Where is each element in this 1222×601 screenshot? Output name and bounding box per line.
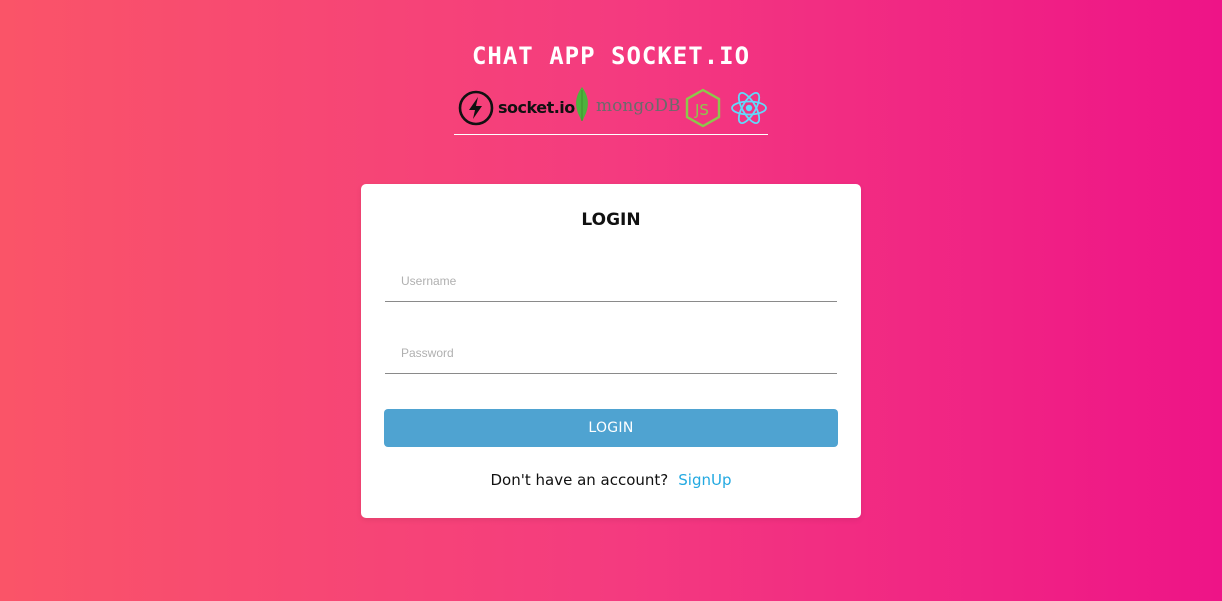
mongodb-logo: mongoDB	[572, 84, 681, 126]
signup-row: Don't have an account? SignUp	[361, 471, 861, 489]
svg-text:JS: JS	[694, 101, 709, 119]
signup-link[interactable]: SignUp	[678, 471, 731, 489]
nodejs-logo: JS	[684, 88, 722, 133]
tech-logos: socket.io mongoDB JS	[454, 84, 768, 135]
mongodb-logo-text: mongoDB	[596, 96, 681, 116]
login-title: LOGIN	[581, 210, 641, 230]
signup-prompt: Don't have an account?	[490, 471, 669, 489]
socketio-logo: socket.io	[458, 90, 575, 126]
login-card: LOGIN LOGIN Don't have an account? SignUp	[361, 184, 861, 518]
react-logo	[730, 90, 768, 131]
username-input[interactable]	[385, 260, 837, 302]
react-logo-icon	[731, 92, 767, 124]
socketio-logo-text: socket.io	[498, 98, 575, 117]
socketio-logo-icon	[458, 90, 494, 126]
nodejs-logo-icon: JS	[685, 88, 721, 128]
password-input[interactable]	[385, 332, 837, 374]
mongodb-logo-icon	[576, 87, 588, 121]
login-button[interactable]: LOGIN	[384, 409, 838, 447]
app-title: CHAT APP SOCKET.IO	[471, 42, 751, 70]
